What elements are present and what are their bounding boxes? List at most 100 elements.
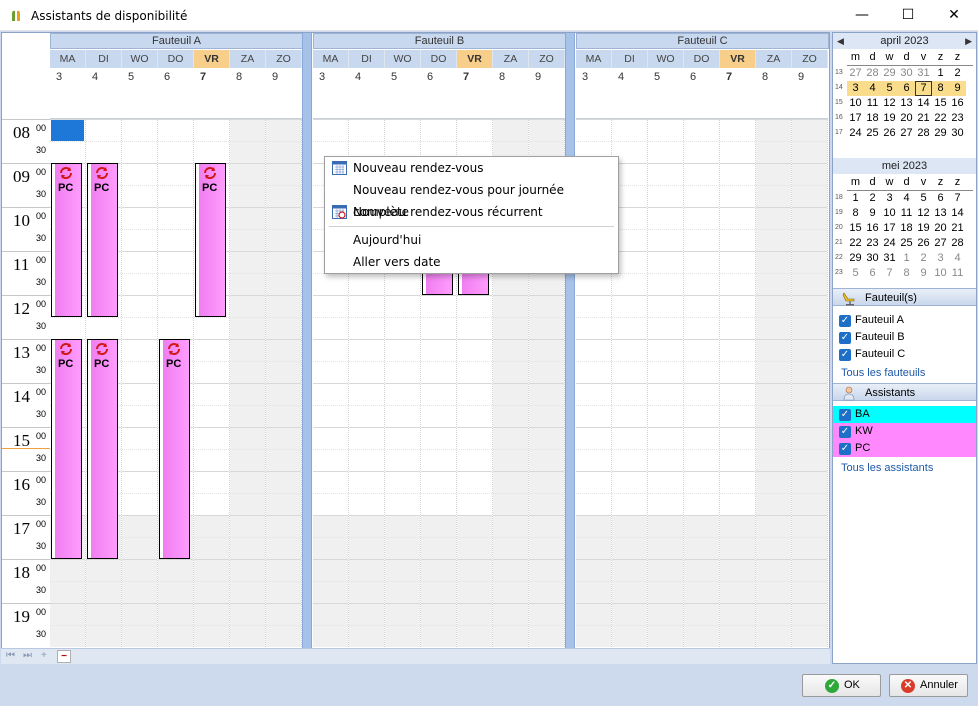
time-slot[interactable] bbox=[266, 273, 301, 295]
calendar-day[interactable]: 5 bbox=[915, 191, 932, 206]
time-slot[interactable] bbox=[684, 493, 719, 515]
time-slot[interactable] bbox=[684, 603, 719, 625]
time-slot[interactable] bbox=[792, 625, 827, 647]
calendar-day[interactable]: 18 bbox=[864, 111, 881, 126]
time-slot[interactable] bbox=[684, 427, 719, 449]
time-slot[interactable] bbox=[158, 603, 193, 625]
time-slot[interactable] bbox=[230, 405, 265, 427]
time-slot[interactable] bbox=[230, 493, 265, 515]
time-slot[interactable] bbox=[194, 141, 229, 163]
time-slot[interactable] bbox=[792, 559, 827, 581]
time-slot[interactable] bbox=[612, 449, 647, 471]
time-slot[interactable] bbox=[684, 361, 719, 383]
time-slot[interactable] bbox=[313, 119, 348, 141]
fauteuil-filter-item[interactable]: ✓ Fauteuil B bbox=[833, 329, 976, 346]
time-slot[interactable] bbox=[493, 383, 528, 405]
time-slot[interactable] bbox=[457, 449, 492, 471]
time-slot[interactable] bbox=[457, 361, 492, 383]
time-slot[interactable] bbox=[576, 449, 611, 471]
time-slot[interactable] bbox=[493, 493, 528, 515]
calendar-day[interactable]: 29 bbox=[847, 251, 864, 266]
time-slot[interactable] bbox=[421, 383, 456, 405]
time-slot[interactable] bbox=[792, 449, 827, 471]
time-slot[interactable] bbox=[194, 119, 229, 141]
time-slot[interactable] bbox=[349, 625, 384, 647]
calendar-day[interactable]: 4 bbox=[864, 81, 881, 96]
time-slot[interactable] bbox=[493, 559, 528, 581]
time-slot[interactable] bbox=[576, 119, 611, 141]
time-slot[interactable] bbox=[684, 383, 719, 405]
time-slot[interactable] bbox=[756, 449, 791, 471]
time-slot[interactable] bbox=[385, 559, 420, 581]
time-slot[interactable] bbox=[421, 339, 456, 361]
time-slot[interactable] bbox=[457, 625, 492, 647]
all-day-cell[interactable] bbox=[313, 86, 349, 119]
time-slot[interactable] bbox=[194, 537, 229, 559]
time-slot[interactable] bbox=[792, 273, 827, 295]
time-slot[interactable] bbox=[194, 405, 229, 427]
calendar-day[interactable]: 12 bbox=[915, 206, 932, 221]
time-slot[interactable] bbox=[756, 493, 791, 515]
time-slot[interactable] bbox=[313, 581, 348, 603]
time-slot[interactable] bbox=[313, 625, 348, 647]
calendar-day[interactable]: 25 bbox=[898, 236, 915, 251]
time-slot[interactable] bbox=[349, 537, 384, 559]
time-slot[interactable] bbox=[648, 273, 683, 295]
time-slot[interactable] bbox=[576, 383, 611, 405]
time-slot[interactable] bbox=[421, 427, 456, 449]
time-slot[interactable] bbox=[684, 229, 719, 251]
time-slot[interactable] bbox=[457, 537, 492, 559]
time-slot[interactable] bbox=[756, 163, 791, 185]
time-slot[interactable] bbox=[122, 119, 157, 141]
time-slot[interactable] bbox=[313, 339, 348, 361]
calendar-day[interactable]: 27 bbox=[932, 236, 949, 251]
time-slot[interactable] bbox=[720, 207, 755, 229]
assistant-filter-item[interactable]: ✓ KW bbox=[833, 423, 976, 440]
calendar-day[interactable]: 10 bbox=[932, 266, 949, 281]
time-slot[interactable] bbox=[612, 361, 647, 383]
day-column[interactable] bbox=[684, 119, 720, 647]
time-slot[interactable] bbox=[612, 625, 647, 647]
time-slot[interactable] bbox=[230, 361, 265, 383]
time-slot[interactable] bbox=[385, 515, 420, 537]
time-slot[interactable] bbox=[266, 229, 301, 251]
time-slot[interactable] bbox=[684, 141, 719, 163]
time-slot[interactable] bbox=[792, 537, 827, 559]
time-slot[interactable] bbox=[50, 581, 85, 603]
time-slot[interactable] bbox=[349, 581, 384, 603]
time-slot[interactable] bbox=[720, 185, 755, 207]
time-slot[interactable] bbox=[529, 383, 564, 405]
selected-time-slot[interactable] bbox=[51, 120, 84, 141]
calendar-day[interactable]: 6 bbox=[898, 81, 915, 96]
previous-month-icon[interactable]: ◀ bbox=[837, 33, 844, 49]
add-icon[interactable]: + bbox=[41, 650, 47, 661]
time-slot[interactable] bbox=[493, 361, 528, 383]
time-slot[interactable] bbox=[349, 471, 384, 493]
time-slot[interactable] bbox=[529, 317, 564, 339]
time-slot[interactable] bbox=[349, 405, 384, 427]
calendar-day[interactable]: 28 bbox=[864, 66, 881, 81]
time-slot[interactable] bbox=[158, 273, 193, 295]
time-slot[interactable] bbox=[792, 229, 827, 251]
time-slot[interactable] bbox=[230, 559, 265, 581]
all-day-cell[interactable] bbox=[421, 86, 457, 119]
time-slot[interactable] bbox=[194, 471, 229, 493]
all-day-cell[interactable] bbox=[493, 86, 529, 119]
time-slot[interactable] bbox=[720, 625, 755, 647]
time-slot[interactable] bbox=[313, 383, 348, 405]
time-slot[interactable] bbox=[720, 141, 755, 163]
calendar-day[interactable]: 1 bbox=[847, 191, 864, 206]
time-slot[interactable] bbox=[385, 427, 420, 449]
time-slot[interactable] bbox=[792, 361, 827, 383]
time-slot[interactable] bbox=[194, 603, 229, 625]
time-slot[interactable] bbox=[122, 405, 157, 427]
time-slot[interactable] bbox=[720, 251, 755, 273]
time-slot[interactable] bbox=[385, 493, 420, 515]
close-button[interactable]: ✕ bbox=[931, 0, 977, 31]
time-slot[interactable] bbox=[194, 581, 229, 603]
time-slot[interactable] bbox=[720, 229, 755, 251]
calendar-day[interactable]: 30 bbox=[864, 251, 881, 266]
time-slot[interactable] bbox=[756, 295, 791, 317]
time-slot[interactable] bbox=[230, 515, 265, 537]
time-slot[interactable] bbox=[349, 361, 384, 383]
